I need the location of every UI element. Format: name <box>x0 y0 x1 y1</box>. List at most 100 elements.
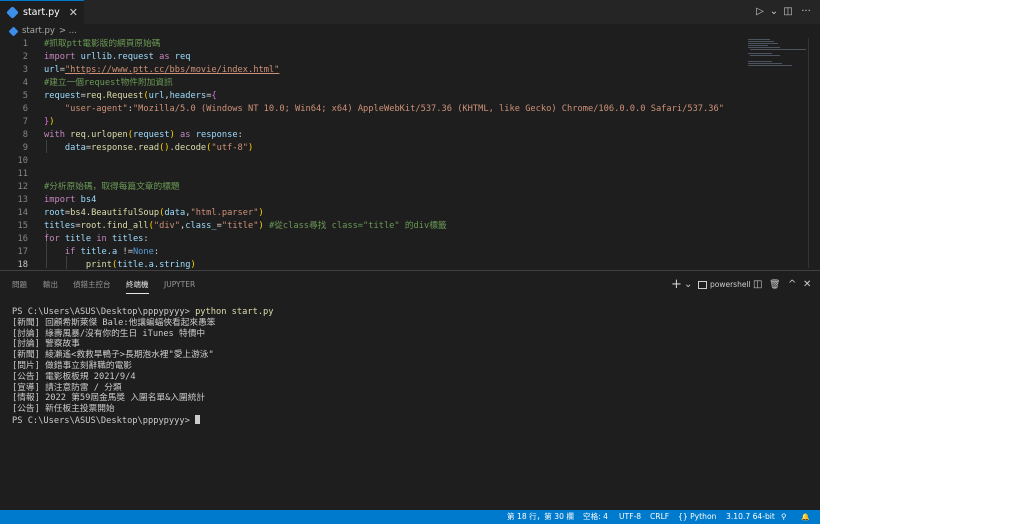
terminal-selector[interactable]: powershell <box>698 271 751 299</box>
code-line: 13 import bs4 <box>0 194 745 207</box>
comment: #建立一個request物件附加資訊 <box>44 78 173 88</box>
maximize-panel-icon[interactable]: ^ <box>788 271 796 299</box>
line-number: 13 <box>17 195 28 205</box>
module: bs4 <box>80 195 97 205</box>
vscode-window: start.py ✕ ▷ ⌄ ◫ ··· start.py > ... 1 #抓取… <box>0 0 820 524</box>
terminal-icon <box>698 281 707 289</box>
terminal-prompt: PS C:\Users\ASUS\Desktop\pppypyyy> <box>12 415 196 426</box>
line-number: 12 <box>17 182 28 192</box>
variable: title.a <box>80 247 118 257</box>
keyword: for <box>44 234 60 244</box>
encoding[interactable]: UTF-8 <box>619 510 641 524</box>
indentation[interactable]: 空格: 4 <box>583 510 608 524</box>
line-number: 17 <box>17 247 28 257</box>
python-file-icon <box>8 26 19 36</box>
code-line: 5 request=req.Request(url,headers={ <box>0 90 745 103</box>
split-editor-icon[interactable]: ◫ <box>780 0 796 24</box>
code-line: 6 "user-agent":"Mozilla/5.0 (Windows NT … <box>0 103 745 116</box>
breadcrumb-file[interactable]: start.py <box>8 26 55 36</box>
more-actions-icon[interactable]: ··· <box>798 0 814 24</box>
code-line: 7}) <box>0 116 745 129</box>
variable: response <box>195 130 238 140</box>
line-number: 15 <box>17 221 28 231</box>
module: urllib.request <box>80 52 154 62</box>
terminal-line: [問片] 做錯事立刻辭職的電影 <box>12 360 132 371</box>
code-line: 3 url="https://www.ptt.cc/bbs/movie/index… <box>0 64 745 77</box>
line-number: 9 <box>22 143 28 153</box>
terminal-line: [宣導] 請注意防雷 / 分類 <box>12 382 122 393</box>
cursor-position[interactable]: 第 18 行，第 30 欄 <box>507 510 574 524</box>
code-line: 16 for title in titles: <box>0 233 745 246</box>
string: "Mozilla/5.0 (Windows NT 10.0; Win64; x6… <box>132 104 724 114</box>
line-number: 14 <box>17 208 28 218</box>
keyword: import <box>44 52 76 62</box>
split-terminal-icon[interactable]: ◫ <box>753 271 762 299</box>
string: "user-agent" <box>64 104 128 114</box>
tab-terminal[interactable]: 終端機 <box>126 271 149 299</box>
variable: url <box>44 65 60 75</box>
function: decode <box>174 143 207 153</box>
alias: req <box>174 52 191 62</box>
tab-problems[interactable]: 問題 <box>12 271 27 299</box>
terminal-output[interactable]: PS C:\Users\ASUS\Desktop\pppypyyy> pytho… <box>12 307 812 426</box>
line-number: 1 <box>22 39 28 49</box>
tab-jupyter[interactable]: JUPYTER <box>164 271 195 299</box>
breadcrumb: start.py > ... <box>0 24 820 38</box>
url-string[interactable]: "https://www.ptt.cc/bbs/movie/index.html… <box>65 65 279 75</box>
function: bs4.BeautifulSoup <box>70 208 160 218</box>
new-terminal-icon[interactable]: + <box>671 271 682 299</box>
argument: headers <box>169 91 207 101</box>
variable: title <box>64 234 92 244</box>
variable: request <box>44 91 81 101</box>
notifications-bell-icon[interactable]: 🔔 <box>801 510 810 524</box>
end-of-line[interactable]: CRLF <box>650 510 669 524</box>
variable: titles <box>44 221 76 231</box>
editor-tab-start-py[interactable]: start.py ✕ <box>0 0 84 24</box>
panel-tab-bar: 問題 輸出 偵錯主控台 終端機 JUPYTER + ⌄ powershell ◫… <box>0 271 820 299</box>
minimap[interactable] <box>748 38 808 68</box>
tab-label: start.py <box>23 7 60 18</box>
feedback-icon[interactable]: ⚲ <box>781 510 787 524</box>
trash-icon[interactable]: 🗑 <box>769 271 780 299</box>
variable: data <box>64 143 86 153</box>
function: req.urlopen <box>70 130 128 140</box>
close-panel-icon[interactable]: ✕ <box>803 271 811 299</box>
line-number: 4 <box>22 78 28 88</box>
breadcrumb-symbols[interactable]: > ... <box>59 26 77 36</box>
breadcrumb-filename: start.py <box>22 26 55 36</box>
close-tab-icon[interactable]: ✕ <box>69 6 78 19</box>
editor-scrollbar[interactable] <box>808 38 820 268</box>
code-editor[interactable]: 1 #抓取ptt電影版的網頁原始碼 2 import urllib.request … <box>0 38 820 270</box>
string: "div" <box>153 221 181 231</box>
comment: #抓取ptt電影版的網頁原始碼 <box>44 39 161 49</box>
string: "html.parser" <box>190 208 259 218</box>
function: print <box>85 260 112 270</box>
keyword: as <box>159 52 170 62</box>
terminal-cursor <box>195 414 201 424</box>
function: req.Request <box>85 91 144 101</box>
constant: None <box>132 247 154 257</box>
terminal-command: python start.py <box>195 307 274 317</box>
python-interpreter[interactable]: 3.10.7 64-bit <box>726 510 775 524</box>
code-line: 2 import urllib.request as req <box>0 51 745 64</box>
terminal-line: [情報] 2022 第59屆金馬獎 入圍名單&入圍統計 <box>12 393 206 404</box>
line-number: 11 <box>17 169 28 179</box>
comment: #從class尋找 class="title" 的div標籤 <box>268 221 447 231</box>
keyword: with <box>44 130 65 140</box>
variable: root <box>44 208 65 218</box>
argument: data <box>164 208 186 218</box>
python-file-icon <box>6 6 19 19</box>
argument: class_ <box>185 221 217 231</box>
string: "title" <box>221 221 259 231</box>
comment: #分析原始碼，取得每篇文章的標題 <box>44 182 180 192</box>
terminal-command-line: PS C:\Users\ASUS\Desktop\pppypyyy> pytho… <box>12 307 812 318</box>
line-number: 6 <box>22 104 28 114</box>
terminal-line: [討論] 警察故事 <box>12 339 80 350</box>
tab-debug-console[interactable]: 偵錯主控台 <box>73 271 111 299</box>
language-mode[interactable]: {} Python <box>678 510 716 524</box>
editor-tab-bar: start.py ✕ ▷ ⌄ ◫ ··· <box>0 0 820 24</box>
line-number: 3 <box>22 65 28 75</box>
tab-output[interactable]: 輸出 <box>43 271 58 299</box>
terminal-prompt: PS C:\Users\ASUS\Desktop\pppypyyy> <box>12 307 196 317</box>
terminal-menu-chevron-icon[interactable]: ⌄ <box>684 271 692 299</box>
